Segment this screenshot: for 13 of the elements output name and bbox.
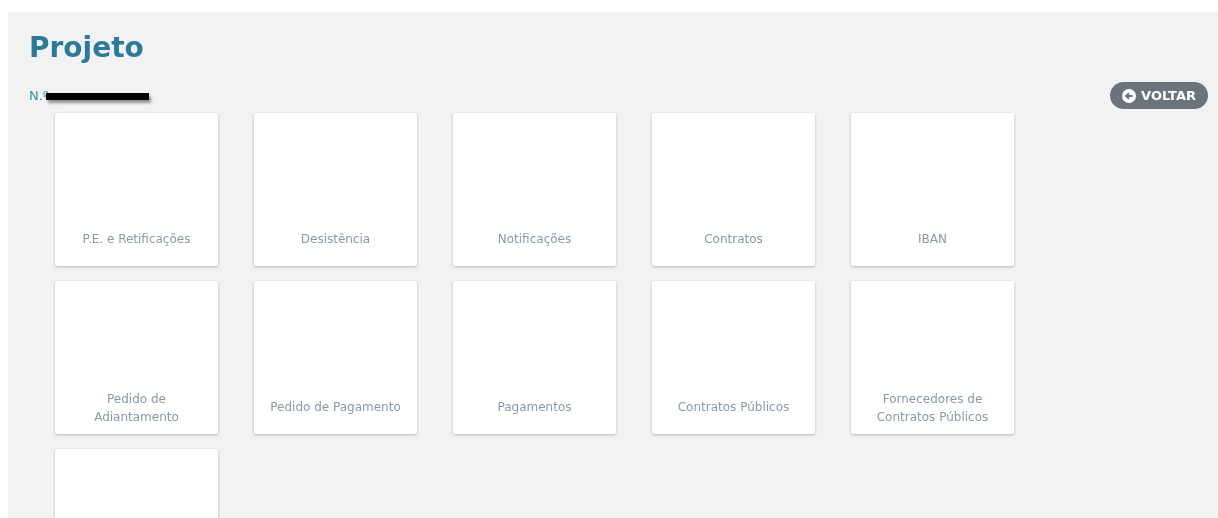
- menu-tile[interactable]: Desistência: [254, 113, 417, 266]
- menu-tile[interactable]: Contratos: [652, 113, 815, 266]
- page-title: Projeto: [29, 30, 145, 66]
- back-arrow-icon: [1122, 88, 1137, 103]
- menu-tile[interactable]: Contratos Públicos: [652, 281, 815, 434]
- menu-tile[interactable]: Fornecedores de Contratos Públicos: [851, 281, 1014, 434]
- back-button[interactable]: VOLTAR: [1110, 82, 1208, 109]
- menu-tile[interactable]: P.E. e Retificações: [55, 113, 218, 266]
- menu-tile[interactable]: IBAN: [851, 113, 1014, 266]
- menu-tile[interactable]: Pedido de Pagamento: [254, 281, 417, 434]
- menu-tile[interactable]: Pagamentos: [453, 281, 616, 434]
- menu-tile[interactable]: Notificações: [453, 113, 616, 266]
- menu-tile[interactable]: Pedido de Adiantamento: [55, 281, 218, 434]
